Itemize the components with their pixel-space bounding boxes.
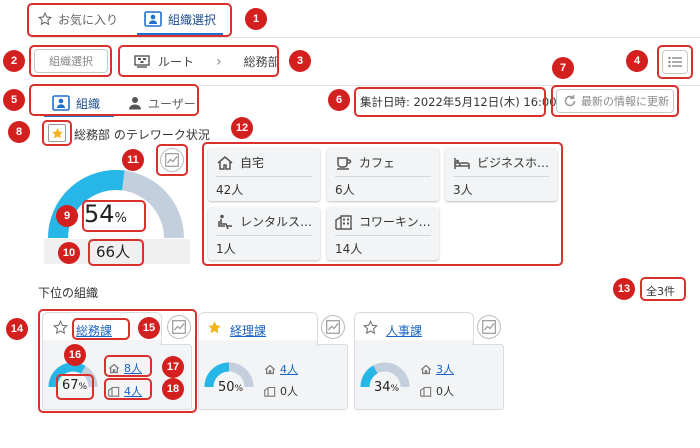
sub-org-name-link[interactable]: 人事課 (386, 322, 422, 339)
divider (30, 37, 700, 38)
annotation-box (354, 87, 546, 117)
sub-org-home-link[interactable]: 3人 (436, 361, 454, 377)
annotation-badge: 12 (231, 117, 253, 139)
sub-org-home-count: 4人 (264, 361, 298, 377)
annotation-box (551, 85, 679, 117)
sub-org-favorite[interactable] (362, 319, 379, 338)
sub-org-percent-value: 34 (374, 380, 391, 395)
sub-org-home-count: 3人 (420, 361, 454, 377)
annotation-box (88, 239, 144, 266)
annotation-badge: 8 (8, 121, 30, 143)
sub-org-trend-button[interactable] (321, 315, 345, 339)
sub-org-office-value: 0人 (280, 385, 298, 398)
sub-org-office-count: 0人 (420, 383, 454, 399)
annotation-box (29, 45, 112, 77)
star-filled-icon (208, 321, 221, 334)
line-chart-icon (482, 320, 496, 334)
sub-org-percent-value: 50 (218, 380, 235, 395)
sub-org-percent: 50 % (218, 380, 243, 395)
annotation-badge: 14 (6, 318, 28, 340)
annotation-box (657, 45, 693, 79)
office-building-icon (420, 386, 432, 397)
sub-org-name-link[interactable]: 経理課 (230, 322, 266, 339)
annotation-badge: 5 (3, 89, 25, 111)
sub-org-heading: 下位の組織 (38, 286, 99, 300)
annotation-badge: 3 (289, 50, 311, 72)
status-title: 総務部 のテレワーク状況 (74, 128, 210, 142)
sub-org-office-count: 0人 (264, 383, 298, 399)
annotation-badge: 10 (58, 242, 80, 264)
annotation-box (82, 200, 146, 232)
line-chart-icon (326, 320, 340, 334)
sub-org-favorite[interactable] (207, 320, 222, 338)
annotation-box (640, 277, 686, 301)
annotation-badge: 4 (626, 50, 648, 72)
sub-org-percent-unit: % (234, 384, 244, 394)
sub-org-office-value: 0人 (436, 385, 454, 398)
annotation-box (42, 120, 72, 146)
annotation-badge: 13 (613, 278, 635, 300)
annotation-badge: 9 (56, 205, 78, 227)
annotation-badge: 6 (328, 89, 350, 111)
home-icon (420, 364, 432, 374)
office-building-icon (264, 386, 276, 397)
annotation-badge: 7 (552, 57, 574, 79)
annotation-box (29, 84, 199, 116)
star-outline-icon (362, 319, 379, 335)
annotation-box (27, 3, 232, 37)
sub-org-home-link[interactable]: 4人 (280, 361, 298, 377)
annotation-box (202, 142, 563, 266)
annotation-box (38, 309, 197, 413)
sub-org-percent: 34 % (374, 380, 399, 395)
annotation-badge: 1 (245, 8, 267, 30)
sub-org-trend-button[interactable] (477, 315, 501, 339)
sub-org-percent-unit: % (390, 384, 400, 394)
annotation-box (118, 45, 279, 77)
home-icon (264, 364, 276, 374)
annotation-badge: 2 (3, 50, 25, 72)
